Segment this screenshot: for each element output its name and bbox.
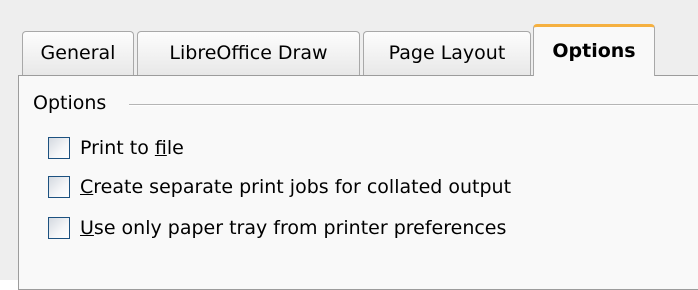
tab-page-layout[interactable]: Page Layout <box>363 31 531 75</box>
options-panel: Options Print to file Create separate pr… <box>18 75 698 290</box>
print-dialog: General LibreOffice Draw Page Layout Opt… <box>0 0 698 290</box>
group-separator <box>129 104 698 106</box>
print-to-file-checkbox[interactable]: Print to file <box>48 134 184 162</box>
group-title: Options <box>33 92 107 114</box>
tab-libreoffice-draw[interactable]: LibreOffice Draw <box>137 31 360 75</box>
separate-print-jobs-checkbox[interactable]: Create separate print jobs for collated … <box>48 173 511 201</box>
option-label: Use only paper tray from printer prefere… <box>80 217 507 239</box>
option-label: Create separate print jobs for collated … <box>80 176 512 198</box>
checkbox-box[interactable] <box>48 176 70 198</box>
checkbox-box[interactable] <box>48 137 70 159</box>
option-label: Print to file <box>80 137 184 159</box>
tab-label: Page Layout <box>388 42 506 64</box>
tab-options[interactable]: Options <box>533 24 655 76</box>
checkbox-box[interactable] <box>48 217 70 239</box>
paper-tray-preferences-checkbox[interactable]: Use only paper tray from printer prefere… <box>48 214 506 242</box>
tab-label: General <box>40 42 116 64</box>
tab-label: Options <box>552 40 636 62</box>
tab-label: LibreOffice Draw <box>169 42 328 64</box>
tab-general[interactable]: General <box>22 31 134 75</box>
